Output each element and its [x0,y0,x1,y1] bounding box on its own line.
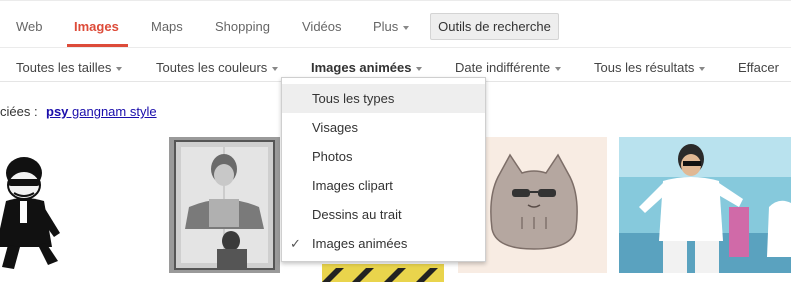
tab-shopping[interactable]: Shopping [215,19,270,34]
pattern-image [322,264,444,282]
date-filter[interactable]: Date indifférente [455,60,562,75]
menu-item-animated[interactable]: ✓ Images animées [282,229,485,258]
menu-item-label: Dessins au trait [312,207,402,222]
tab-maps[interactable]: Maps [151,19,183,34]
thumbnail-2[interactable] [169,137,280,273]
color-filter[interactable]: Toutes les couleurs [156,60,279,75]
menu-item-label: Images animées [312,236,408,251]
top-border [0,0,791,1]
results-filter[interactable]: Tous les résultats [594,60,706,75]
tab-videos[interactable]: Vidéos [302,19,342,34]
size-filter-label: Toutes les tailles [16,60,112,75]
chevron-down-icon [403,25,410,30]
chevron-down-icon [555,66,562,71]
chevron-down-icon [116,66,123,71]
menu-item-label: Tous les types [312,91,395,106]
date-filter-label: Date indifférente [455,60,551,75]
tab-web[interactable]: Web [16,19,43,34]
related-search-link[interactable]: psy gangnam style [46,104,157,119]
menu-item-faces[interactable]: Visages [282,113,485,142]
chevron-down-icon [416,66,423,71]
related-search-bold: psy [46,104,69,119]
related-search-rest: gangnam style [68,104,157,119]
thumbnail-1[interactable] [0,137,155,273]
search-tools-button[interactable]: Outils de recherche [430,13,559,40]
tab-more[interactable]: Plus [373,19,410,34]
image-type-menu: Tous les types Visages Photos Images cli… [281,77,486,262]
thumbnail-5[interactable] [619,137,791,273]
related-searches-label: ciées : [0,104,38,119]
type-filter[interactable]: Images animées [311,60,423,75]
chevron-down-icon [272,66,279,71]
chevron-down-icon [699,66,706,71]
tab-more-label: Plus [373,19,399,34]
type-filter-label: Images animées [311,60,412,75]
menu-item-clipart[interactable]: Images clipart [282,171,485,200]
menu-item-label: Visages [312,120,359,135]
grayscale-photo-image [169,137,280,273]
cartoon-dancer-image [0,157,60,269]
checkmark-icon: ✓ [290,236,301,251]
thumbnail-3[interactable] [322,264,444,282]
size-filter[interactable]: Toutes les tailles [16,60,123,75]
menu-item-photos[interactable]: Photos [282,142,485,171]
menu-item-label: Photos [312,149,353,164]
menu-item-line-drawings[interactable]: Dessins au trait [282,200,485,229]
dancer-photo-image [619,137,791,273]
tabs-divider [0,47,791,48]
menu-item-all-types[interactable]: Tous les types [282,84,485,113]
clear-filters-link[interactable]: Effacer [738,60,779,75]
results-filter-label: Tous les résultats [594,60,695,75]
menu-item-label: Images clipart [312,178,393,193]
tab-images[interactable]: Images [74,19,119,34]
color-filter-label: Toutes les couleurs [156,60,268,75]
